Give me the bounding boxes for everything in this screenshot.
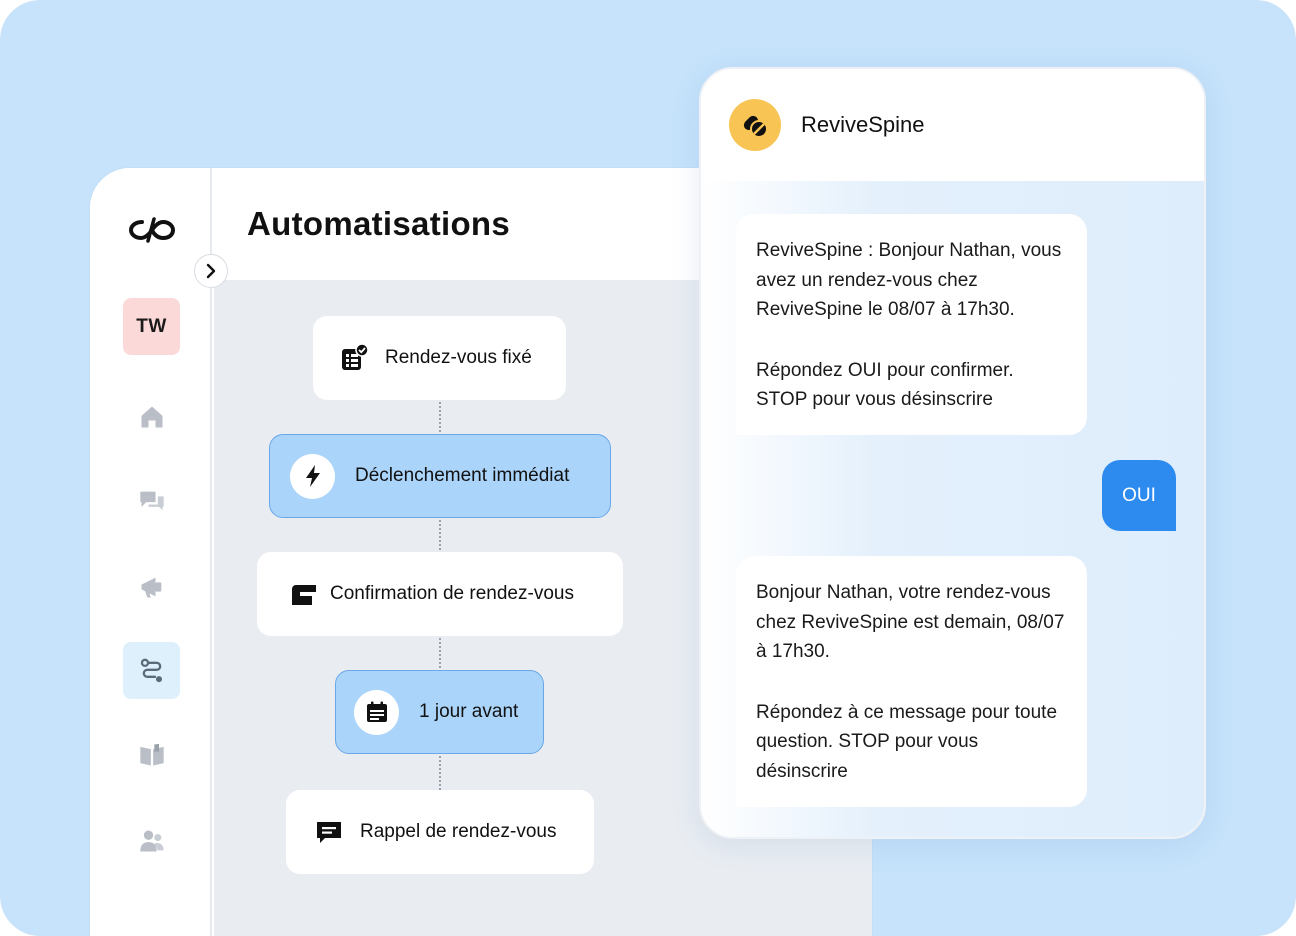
- sidebar-expand-button[interactable]: [194, 254, 228, 288]
- incoming-message: Bonjour Nathan, votre rendez-vous chez R…: [736, 556, 1087, 807]
- flow-node-delay[interactable]: 1 jour avant: [335, 670, 544, 754]
- message-text: ReviveSpine : Bonjour Nathan, vous avez …: [756, 240, 1062, 320]
- outgoing-message: OUI: [1102, 460, 1176, 531]
- chevron-right-icon: [206, 263, 216, 279]
- sidebar-item-home[interactable]: [123, 388, 180, 445]
- sidebar-item-automations[interactable]: [123, 642, 180, 699]
- flow-node-timing[interactable]: Déclenchement immédiat: [269, 434, 611, 518]
- chat-messages: ReviveSpine : Bonjour Nathan, vous avez …: [701, 181, 1204, 837]
- sidebar-item-contacts[interactable]: [123, 812, 180, 869]
- lightning-icon: [290, 453, 335, 499]
- incoming-message: ReviveSpine : Bonjour Nathan, vous avez …: [736, 214, 1087, 435]
- flow-connector: [439, 520, 441, 554]
- flow-connector: [439, 756, 441, 790]
- message-text: Bonjour Nathan, votre rendez-vous chez R…: [756, 582, 1065, 662]
- flow-node-label: Déclenchement immédiat: [355, 465, 570, 486]
- pills-icon: [743, 115, 768, 138]
- sidebar-item-conversations[interactable]: [123, 472, 180, 529]
- megaphone-icon: [141, 577, 161, 597]
- home-icon: [141, 406, 162, 427]
- chat-bubbles-icon: [139, 491, 164, 510]
- message-text: OUI: [1122, 484, 1156, 506]
- flow-node-trigger[interactable]: Rendez-vous fixé: [313, 316, 566, 400]
- avatar-initials: TW: [136, 315, 167, 337]
- flow-node-label: 1 jour avant: [419, 701, 519, 722]
- brand-logo-icon[interactable]: [128, 216, 176, 244]
- sidebar-item-knowledge[interactable]: [123, 726, 180, 783]
- message-text: Répondez à ce message pour toute questio…: [756, 701, 1058, 782]
- users-icon: [139, 830, 164, 851]
- sidebar-item-campaigns[interactable]: [123, 558, 180, 615]
- flow-node-label: Rendez-vous fixé: [385, 347, 532, 368]
- brand-avatar: [729, 99, 781, 151]
- calendar-icon: [354, 689, 399, 735]
- book-icon: [139, 743, 164, 765]
- page-title: Automatisations: [247, 205, 511, 242]
- flow-connector: [439, 402, 441, 436]
- chat-icon: [314, 817, 344, 847]
- flow-node-label: Rappel de rendez-vous: [360, 821, 557, 842]
- chat-header: ReviveSpine: [701, 69, 1204, 181]
- workflow-icon: [140, 658, 162, 682]
- flow-node-label: Confirmation de rendez-vous: [330, 583, 574, 604]
- flow-node-reminder[interactable]: Rappel de rendez-vous: [286, 790, 594, 874]
- sms-conversation-card: ReviveSpine ReviveSpine : Bonjour Nathan…: [699, 67, 1206, 839]
- flow-node-message[interactable]: Confirmation de rendez-vous: [257, 552, 623, 636]
- sidebar: TW: [90, 168, 212, 936]
- message-icon: [288, 579, 318, 609]
- avatar[interactable]: TW: [123, 298, 180, 355]
- conversation-brand-name: ReviveSpine: [801, 112, 925, 137]
- flow-connector: [439, 638, 441, 672]
- message-text: Répondez OUI pour confirmer. STOP pour v…: [756, 359, 1014, 411]
- clipboard-check-icon: [339, 343, 369, 373]
